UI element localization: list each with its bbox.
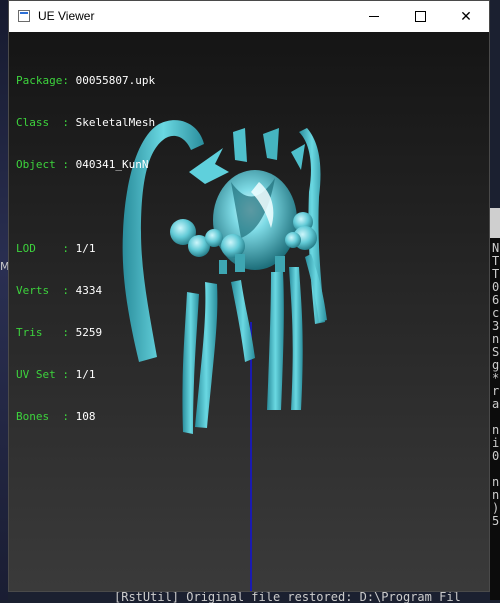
info-package: Package: 00055807.upk: [16, 74, 155, 88]
info-lod-key: LOD :: [16, 242, 76, 255]
mesh-tentacle-4: [267, 272, 284, 410]
info-bones: Bones : 108: [16, 410, 155, 424]
maximize-button[interactable]: [397, 1, 443, 32]
close-icon: ✕: [460, 8, 472, 25]
console-window: N T T 0 6 c 3 n Sg * r a n i 0 n n) 5: [490, 208, 500, 600]
title-bar[interactable]: UE Viewer ✕: [9, 1, 489, 32]
mesh-info-panel: Package: 00055807.upk Class : SkeletalMe…: [16, 46, 155, 452]
console-line: 5: [492, 514, 500, 528]
console-scrollbar-thumb[interactable]: [490, 208, 500, 238]
mesh-top-fin-mid: [233, 128, 247, 162]
info-lod-value: 1/1: [75, 242, 96, 255]
info-tris-key: Tris :: [16, 326, 76, 339]
window-title: UE Viewer: [38, 9, 95, 23]
app-icon: [18, 10, 30, 22]
console-line: a: [492, 397, 500, 411]
mesh-tentacle-3: [231, 280, 255, 362]
info-bones-value: 108: [75, 410, 96, 423]
mesh-top-fin-left: [189, 148, 229, 184]
info-tris: Tris : 5259: [16, 326, 155, 340]
info-object-value: 040341_KunN: [75, 158, 149, 171]
ue-viewer-window: UE Viewer ✕ Package: 00055807.upk Class …: [8, 0, 490, 592]
info-bones-key: Bones :: [16, 410, 76, 423]
info-lod: LOD : 1/1: [16, 242, 155, 256]
info-class: Class : SkeletalMesh: [16, 116, 155, 130]
maximize-icon: [414, 11, 426, 22]
info-uvset-key: UV Set :: [16, 368, 76, 381]
info-verts-value: 4334: [75, 284, 103, 297]
console-last-line: [RstUtil] Original file restored: D:\Pro…: [114, 591, 461, 603]
desktop-background: M: [0, 0, 10, 600]
info-package-value: 00055807.upk: [75, 74, 156, 87]
info-uvset: UV Set : 1/1: [16, 368, 155, 382]
info-class-value: SkeletalMesh: [75, 116, 156, 129]
mesh-top-fin-far: [291, 144, 305, 170]
console-line: 0: [492, 449, 500, 463]
minimize-button[interactable]: [351, 1, 397, 32]
info-package-key: Package:: [16, 74, 76, 87]
info-verts-key: Verts :: [16, 284, 76, 297]
info-object-key: Object :: [16, 158, 76, 171]
minimize-icon: [369, 16, 379, 17]
info-uvset-value: 1/1: [75, 368, 96, 381]
mesh-joint-2: [235, 254, 245, 272]
mesh-top-fin-right: [263, 128, 279, 160]
mesh-sphere-left-3: [205, 229, 223, 247]
close-button[interactable]: ✕: [443, 1, 489, 32]
info-class-key: Class :: [16, 116, 76, 129]
mesh-joint-3: [275, 256, 285, 272]
info-verts: Verts : 4334: [16, 284, 155, 298]
info-object: Object : 040341_KunN: [16, 158, 155, 172]
mesh-sphere-right-3: [285, 232, 301, 248]
mesh-tentacle-5: [289, 267, 303, 410]
3d-viewport[interactable]: Package: 00055807.upk Class : SkeletalMe…: [9, 32, 489, 591]
mesh-joint-1: [219, 260, 227, 274]
info-tris-value: 5259: [75, 326, 103, 339]
